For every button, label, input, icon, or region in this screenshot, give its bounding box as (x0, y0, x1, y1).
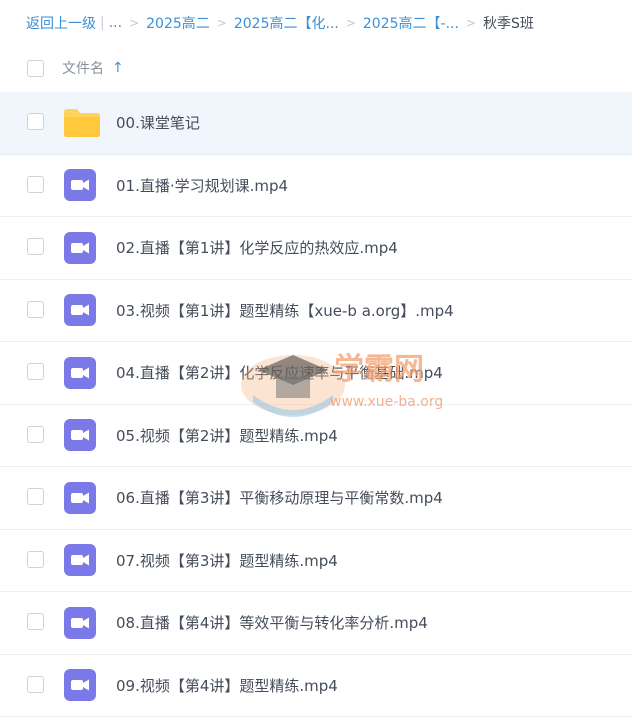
video-file-icon (64, 356, 96, 389)
row-checkbox[interactable] (27, 300, 44, 318)
chevron-right-icon: > (345, 16, 356, 30)
arrow-up-icon: ↑ (112, 60, 124, 76)
breadcrumb-item[interactable]: 2025高二 (146, 13, 210, 33)
column-label-filename: 文件名 (62, 61, 104, 77)
breadcrumb-divider: | (100, 15, 105, 31)
row-checkbox[interactable] (27, 488, 44, 505)
back-link[interactable]: 返回上一级 (26, 13, 96, 33)
chevron-right-icon: > (465, 16, 476, 30)
file-name[interactable]: 00.课堂笔记 (116, 112, 200, 133)
file-name[interactable]: 02.直播【第1讲】化学反应的热效应.mp4 (116, 237, 398, 258)
file-row[interactable]: 08.直播【第4讲】等效平衡与转化率分析.mp4 (0, 592, 632, 655)
file-row[interactable]: 07.视频【第3讲】题型精练.mp4 (0, 530, 632, 592)
video-file-icon (64, 606, 96, 639)
row-checkbox[interactable] (27, 675, 44, 693)
video-file-icon (64, 419, 96, 452)
file-name[interactable]: 07.视频【第3讲】题型精练.mp4 (116, 550, 338, 571)
file-list-header: 文件名 ↑ (0, 46, 632, 90)
video-file-icon (64, 294, 96, 327)
file-name[interactable]: 06.直播【第3讲】平衡移动原理与平衡常数.mp4 (116, 487, 443, 508)
file-row[interactable]: 01.直播·学习规划课.mp4 (0, 155, 632, 217)
file-row[interactable]: 05.视频【第2讲】题型精练.mp4 (0, 405, 632, 467)
video-file-icon (64, 669, 96, 702)
file-name[interactable]: 08.直播【第4讲】等效平衡与转化率分析.mp4 (116, 612, 428, 633)
breadcrumb-item[interactable]: 2025高二【化... (234, 13, 339, 33)
video-file-icon (64, 169, 96, 202)
file-row[interactable]: 06.直播【第3讲】平衡移动原理与平衡常数.mp4 (0, 467, 632, 530)
breadcrumb-current: 秋季S班 (482, 16, 534, 32)
video-file-icon (64, 481, 96, 514)
row-checkbox[interactable] (27, 425, 44, 443)
chevron-right-icon: > (129, 16, 140, 30)
file-list: 00.课堂笔记 01.直播·学习规划课.mp4 02.直播【第1讲】化学反应的热效应… (0, 92, 632, 717)
video-file-icon (64, 231, 96, 264)
select-all-checkbox[interactable] (27, 59, 44, 77)
row-checkbox[interactable] (27, 613, 44, 630)
file-name[interactable]: 03.视频【第1讲】题型精练【xue-b a.org】.mp4 (116, 300, 454, 321)
row-checkbox[interactable] (27, 113, 44, 130)
row-checkbox[interactable] (27, 550, 44, 568)
row-checkbox[interactable] (27, 175, 44, 193)
row-checkbox[interactable] (27, 238, 44, 255)
breadcrumb-item[interactable]: 2025高二【-... (363, 13, 459, 33)
file-name[interactable]: 09.视频【第4讲】题型精练.mp4 (116, 675, 338, 696)
folder-icon (64, 109, 100, 137)
breadcrumb-ellipsis[interactable]: ... (109, 15, 122, 31)
file-row[interactable]: 04.直播【第2讲】化学反应速率与平衡基础.mp4 (0, 342, 632, 405)
video-file-icon (64, 544, 96, 577)
sort-by-name[interactable]: 文件名 ↑ (62, 58, 124, 78)
file-name[interactable]: 04.直播【第2讲】化学反应速率与平衡基础.mp4 (116, 362, 443, 383)
file-row[interactable]: 02.直播【第1讲】化学反应的热效应.mp4 (0, 217, 632, 280)
file-name[interactable]: 01.直播·学习规划课.mp4 (116, 175, 288, 196)
file-row[interactable]: 00.课堂笔记 (0, 92, 632, 155)
row-checkbox[interactable] (27, 363, 44, 380)
file-name[interactable]: 05.视频【第2讲】题型精练.mp4 (116, 425, 338, 446)
file-row[interactable]: 03.视频【第1讲】题型精练【xue-b a.org】.mp4 (0, 280, 632, 342)
file-row[interactable]: 09.视频【第4讲】题型精练.mp4 (0, 655, 632, 717)
breadcrumb: 返回上一级 | ... > 2025高二 > 2025高二【化... > 202… (0, 0, 632, 46)
chevron-right-icon: > (216, 16, 227, 30)
